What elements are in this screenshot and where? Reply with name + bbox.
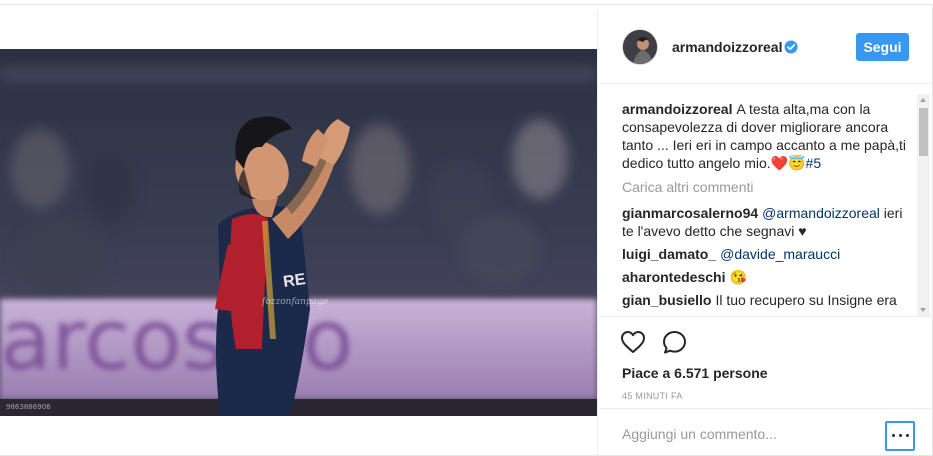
add-comment-bar [598, 408, 933, 456]
instagram-post: arcosino RE fozzonfanpage 9863886906 arm… [0, 4, 933, 456]
post-caption: armandoizzoreal A testa alta,ma con la co… [622, 100, 912, 172]
header-username[interactable]: armandoizzoreal [672, 39, 782, 55]
comment-mention[interactable]: @davide_maraucci [720, 246, 840, 262]
comment-item: luigi_damato_ @davide_maraucci [622, 245, 912, 263]
load-more-comments-link[interactable]: Carica altri commenti [622, 178, 912, 196]
comments-scrollbar[interactable] [917, 94, 930, 316]
post-side-panel: armandoizzoreal Segui armandoizzoreal A t… [597, 10, 933, 456]
comment-mention[interactable]: @armandoizzoreal [762, 205, 880, 221]
comment-item: gian_busiello Il tuo recupero su Insigne … [622, 291, 912, 309]
comment-item: gianmarcosalerno94 @armandoizzoreal ieri … [622, 204, 912, 240]
post-photo[interactable]: arcosino RE fozzonfanpage 9863886906 [0, 49, 597, 416]
scroll-thumb[interactable] [919, 108, 928, 156]
photo-credit: 9863886906 [6, 403, 51, 411]
comment-item: aharontedeschi 😘 [622, 268, 912, 286]
comment-username[interactable]: luigi_damato_ [622, 246, 716, 262]
comments-list: armandoizzoreal A testa alta,ma con la co… [622, 100, 912, 315]
comment-username[interactable]: gian_busiello [622, 292, 711, 308]
comment-text: 😘 [729, 269, 747, 285]
scroll-up-arrow-icon[interactable] [917, 94, 930, 106]
avatar[interactable] [622, 29, 658, 65]
comment-text: Il tuo recupero su Insigne era [715, 292, 897, 308]
photo-watermark: fozzonfanpage [261, 297, 328, 307]
follow-button[interactable]: Segui [856, 33, 909, 61]
comment-icon[interactable] [662, 330, 687, 355]
heart-icon[interactable] [620, 330, 646, 354]
verified-icon [784, 40, 798, 54]
comment-username[interactable]: aharontedeschi [622, 269, 725, 285]
more-options-icon[interactable] [885, 421, 915, 451]
post-header: armandoizzoreal Segui [598, 10, 933, 84]
scroll-down-arrow-icon[interactable] [917, 304, 930, 316]
comment-username[interactable]: gianmarcosalerno94 [622, 205, 758, 221]
caption-hashtag[interactable]: #5 [806, 155, 822, 171]
post-actions: Piace a 6.571 persone 45 MINUTI FA [598, 316, 933, 408]
caption-username[interactable]: armandoizzoreal [622, 101, 732, 117]
comment-input[interactable] [622, 423, 862, 445]
caption-emoji: ❤️😇 [770, 155, 806, 171]
likes-count[interactable]: Piace a 6.571 persone [622, 365, 768, 381]
post-timestamp[interactable]: 45 MINUTI FA [622, 391, 683, 401]
kit-letters: RE [282, 271, 307, 291]
